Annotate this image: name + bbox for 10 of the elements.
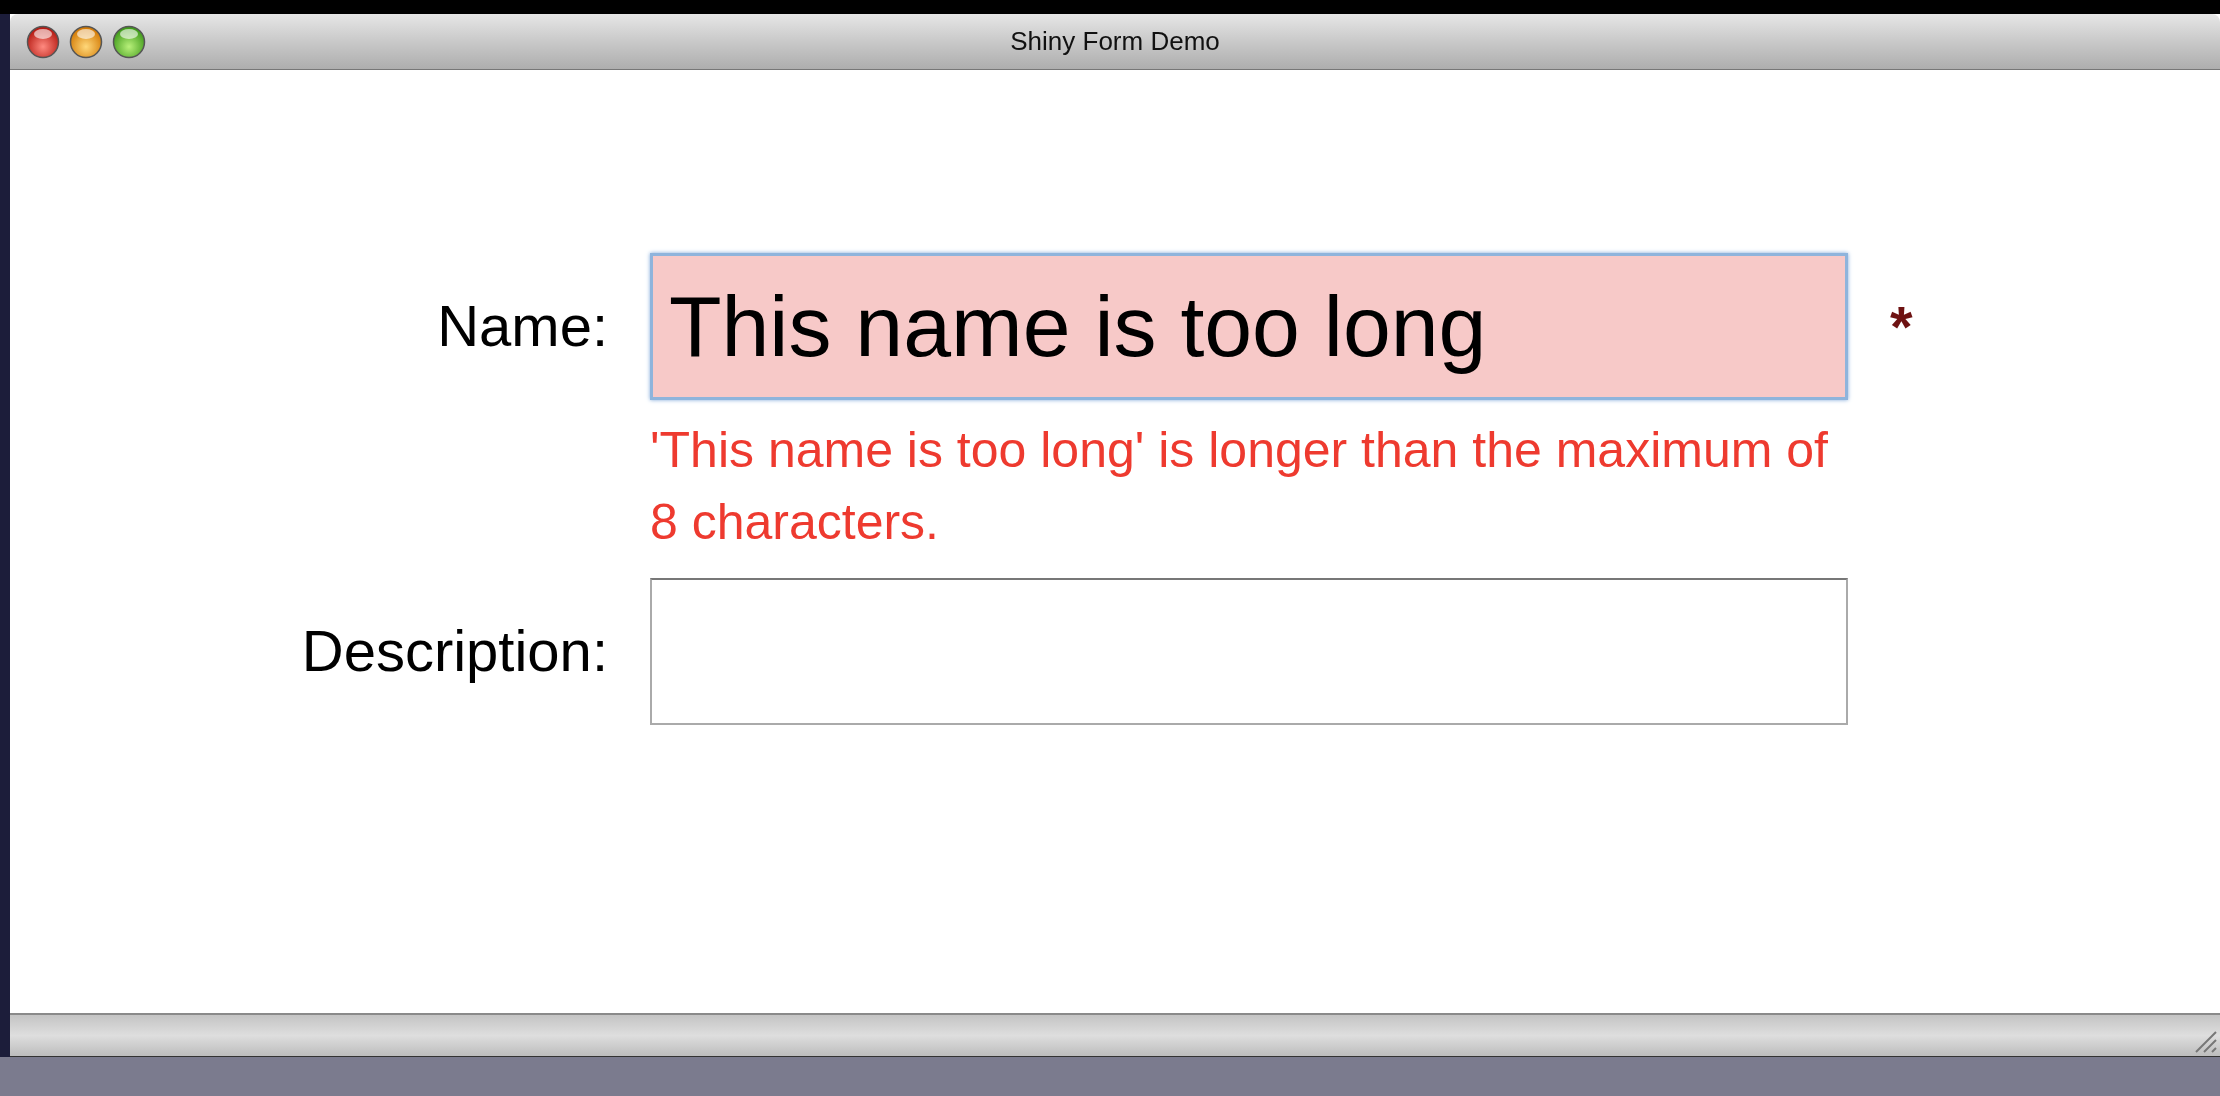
zoom-icon[interactable] — [112, 25, 146, 59]
close-icon[interactable] — [26, 25, 60, 59]
text-field[interactable]: This name is too long — [650, 253, 1848, 400]
window-title: Shiny Form Demo — [1010, 25, 1220, 58]
required-marker: * — [1890, 292, 1913, 361]
error-message: 'This name is too long' is longer than the maximum of 8 characters. — [650, 421, 1829, 552]
field-label: Name: — [436, 292, 608, 360]
text-field[interactable] — [650, 578, 1848, 725]
field-label: Description: — [300, 617, 608, 685]
minimize-icon[interactable] — [69, 25, 103, 59]
